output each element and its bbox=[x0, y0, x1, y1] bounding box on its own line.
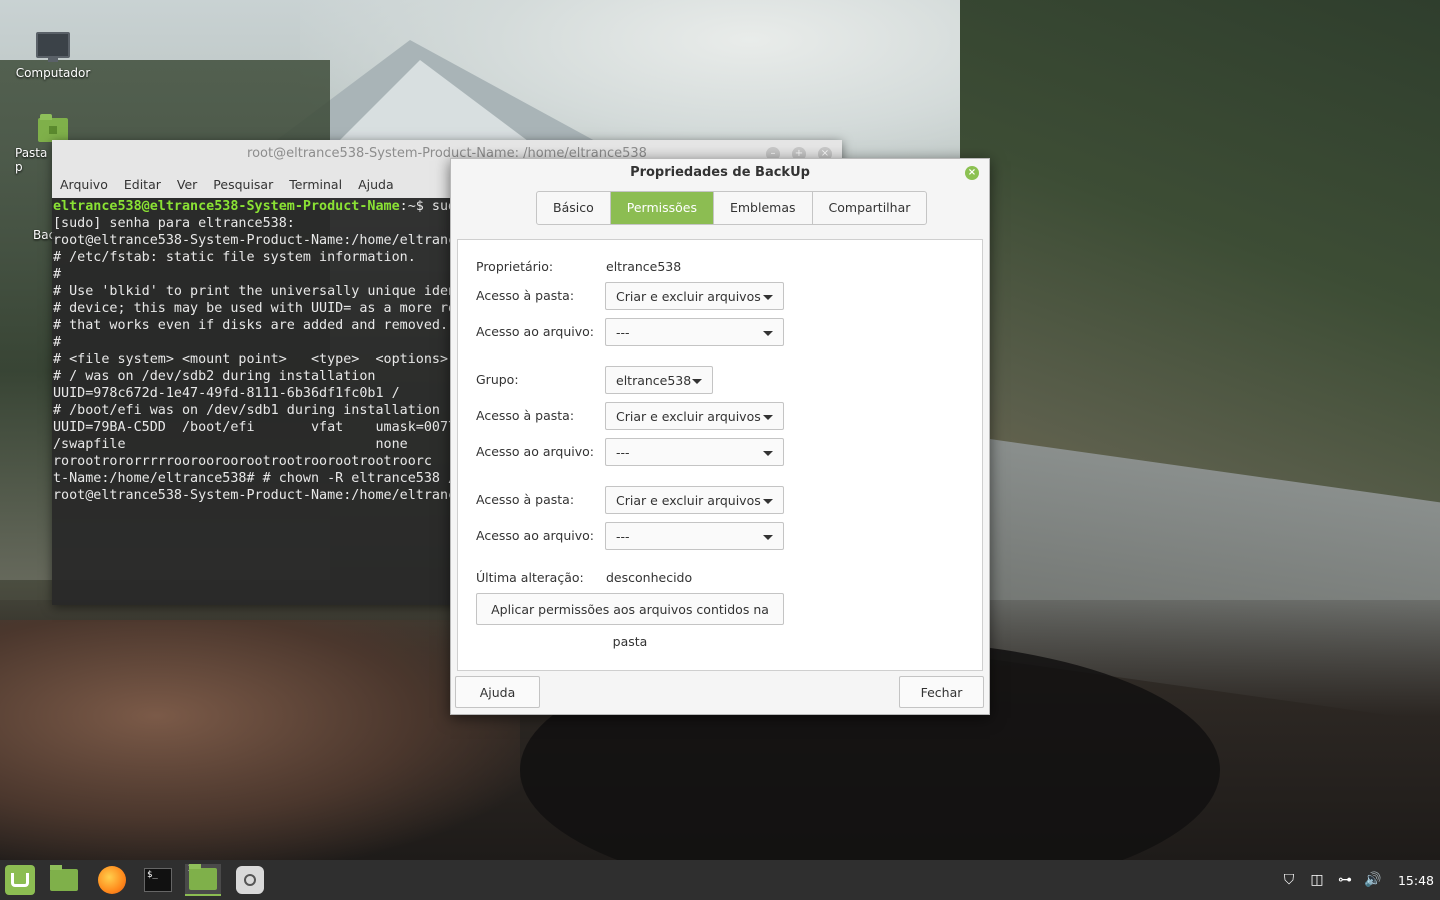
terminal-line: # that works even if disks are added and… bbox=[53, 318, 449, 333]
group-value: eltrance538 bbox=[616, 373, 692, 388]
terminal-line: t-Name:/home/eltrance538# # chown -R elt… bbox=[53, 471, 451, 486]
group-folder-access-value: Criar e excluir arquivos bbox=[616, 409, 761, 424]
desktop-icon-computer[interactable]: Computador bbox=[8, 32, 98, 80]
last-change-value: desconhecido bbox=[606, 570, 693, 585]
terminal-line: UUID=79BA-C5DD /boot/efi vfat umask=0077 bbox=[53, 420, 451, 435]
others-folder-access-value: Criar e excluir arquivos bbox=[616, 493, 761, 508]
chevron-down-icon bbox=[763, 295, 773, 300]
owner-file-label: Acesso ao arquivo: bbox=[476, 324, 594, 339]
prompt-user: eltrance538@eltrance538-System-Product-N… bbox=[53, 199, 400, 214]
terminal-line: rorootrororrrrroorooroorootrootroorootro… bbox=[53, 454, 432, 469]
clock[interactable]: 15:48 bbox=[1398, 873, 1434, 888]
home-folder-icon bbox=[38, 114, 68, 142]
terminal-line: root@eltrance538-System-Product-Name:/ho… bbox=[53, 488, 451, 503]
terminal-output[interactable]: eltrance538@eltrance538-System-Product-N… bbox=[52, 198, 451, 605]
folder-icon bbox=[50, 865, 78, 891]
taskbar-files[interactable] bbox=[46, 864, 82, 896]
menu-pesquisar[interactable]: Pesquisar bbox=[213, 177, 273, 192]
taskbar-files-active[interactable]: 2 bbox=[185, 864, 221, 896]
close-icon[interactable]: × bbox=[965, 166, 979, 180]
firefox-icon bbox=[98, 866, 126, 894]
chevron-down-icon bbox=[763, 535, 773, 540]
terminal-line: # /etc/fstab: static file system informa… bbox=[53, 250, 416, 265]
owner-value: eltrance538 bbox=[606, 259, 682, 274]
dialog-title: Propriedades de BackUp bbox=[630, 165, 810, 180]
others-file-access-select[interactable]: --- bbox=[605, 522, 784, 550]
owner-folder-access-select[interactable]: Criar e excluir arquivos bbox=[605, 282, 784, 310]
linux-mint-logo-icon bbox=[5, 865, 35, 895]
tab-bar: Básico Permissões Emblemas Compartilhar bbox=[536, 191, 928, 225]
taskbar-disks[interactable] bbox=[232, 864, 268, 896]
volume-icon[interactable]: 🔊 bbox=[1364, 871, 1382, 889]
disk-utility-icon bbox=[236, 866, 264, 894]
desktop-icon-label: Pasta p bbox=[15, 146, 48, 174]
last-change-label: Última alteração: bbox=[476, 570, 584, 585]
chevron-down-icon bbox=[763, 331, 773, 336]
terminal-line: /swapfile none bbox=[53, 437, 408, 452]
terminal-line: # /boot/efi was on /dev/sdb1 during inst… bbox=[53, 403, 440, 418]
terminal-line: # bbox=[53, 335, 62, 350]
chevron-down-icon bbox=[692, 379, 702, 384]
desktop-icon-label: Computador bbox=[15, 66, 91, 80]
menu-ver[interactable]: Ver bbox=[177, 177, 197, 192]
terminal-line: root@eltrance538-System-Product-Name:/ho… bbox=[53, 233, 451, 248]
group-file-access-value: --- bbox=[616, 445, 630, 460]
desktop-icon-backup[interactable]: Bac bbox=[33, 228, 56, 242]
group-file-label: Acesso ao arquivo: bbox=[476, 444, 594, 459]
owner-label: Proprietário: bbox=[476, 259, 554, 274]
menu-ajuda[interactable]: Ajuda bbox=[358, 177, 394, 192]
desktop-icon-label: Bac bbox=[33, 228, 56, 242]
system-tray: ⛉ ◫ ⊶ 🔊 15:48 bbox=[1280, 860, 1440, 900]
owner-folder-label: Acesso à pasta: bbox=[476, 288, 575, 303]
owner-file-access-select[interactable]: --- bbox=[605, 318, 784, 346]
group-label: Grupo: bbox=[476, 372, 519, 387]
terminal-prompt-line: eltrance538@eltrance538-System-Product-N… bbox=[53, 198, 451, 215]
help-button[interactable]: Ajuda bbox=[455, 676, 540, 708]
properties-dialog[interactable]: Propriedades de BackUp × Básico Permissõ… bbox=[450, 158, 990, 715]
group-folder-access-select[interactable]: Criar e excluir arquivos bbox=[605, 402, 784, 430]
computer-icon bbox=[36, 32, 70, 62]
terminal-line: UUID=978c672d-1e47-49fd-8111-6b36df1fc0b… bbox=[53, 386, 400, 401]
terminal-line: [sudo] senha para eltrance538: bbox=[53, 216, 295, 231]
terminal-line: # Use 'blkid' to print the universally u… bbox=[53, 284, 451, 299]
menu-terminal[interactable]: Terminal bbox=[289, 177, 342, 192]
owner-file-access-value: --- bbox=[616, 325, 630, 340]
chevron-down-icon bbox=[763, 451, 773, 456]
tab-permissoes[interactable]: Permissões bbox=[610, 192, 714, 224]
menu-button[interactable] bbox=[2, 864, 38, 896]
group-folder-label: Acesso à pasta: bbox=[476, 408, 575, 423]
terminal-line: # / was on /dev/sdb2 during installation bbox=[53, 369, 376, 384]
others-folder-label: Acesso à pasta: bbox=[476, 492, 575, 507]
apply-permissions-button[interactable]: Aplicar permissões aos arquivos contidos… bbox=[476, 593, 784, 649]
prompt-path: :~$ sud bbox=[399, 199, 451, 214]
dialog-titlebar[interactable]: Propriedades de BackUp × bbox=[451, 159, 989, 187]
tab-basico[interactable]: Básico bbox=[537, 192, 611, 224]
taskbar-firefox[interactable] bbox=[94, 864, 130, 896]
tab-compartilhar[interactable]: Compartilhar bbox=[813, 192, 927, 224]
tab-emblemas[interactable]: Emblemas bbox=[714, 192, 813, 224]
folder-icon bbox=[189, 864, 217, 890]
permissions-panel: Proprietário: eltrance538 Acesso à pasta… bbox=[457, 239, 983, 671]
update-manager-icon[interactable]: ◫ bbox=[1308, 871, 1326, 889]
close-button[interactable]: Fechar bbox=[899, 676, 984, 708]
desktop-icon-home[interactable]: Pasta p bbox=[8, 114, 68, 174]
network-icon[interactable]: ⊶ bbox=[1336, 871, 1354, 889]
taskbar: $_ 2 ⛉ ◫ ⊶ 🔊 15:48 bbox=[0, 860, 1440, 900]
owner-folder-access-value: Criar e excluir arquivos bbox=[616, 289, 761, 304]
others-folder-access-select[interactable]: Criar e excluir arquivos bbox=[605, 486, 784, 514]
group-select[interactable]: eltrance538 bbox=[605, 366, 713, 394]
taskbar-terminal[interactable]: $_ bbox=[140, 864, 176, 896]
terminal-icon: $_ bbox=[144, 868, 172, 892]
others-file-access-value: --- bbox=[616, 529, 630, 544]
terminal-line: # <file system> <mount point> <type> <op… bbox=[53, 352, 449, 367]
terminal-line: # device; this may be used with UUID= as… bbox=[53, 301, 451, 316]
menu-arquivo[interactable]: Arquivo bbox=[60, 177, 108, 192]
chevron-down-icon bbox=[763, 415, 773, 420]
group-file-access-select[interactable]: --- bbox=[605, 438, 784, 466]
terminal-line: # bbox=[53, 267, 62, 282]
menu-editar[interactable]: Editar bbox=[124, 177, 161, 192]
others-file-label: Acesso ao arquivo: bbox=[476, 528, 594, 543]
shield-icon[interactable]: ⛉ bbox=[1280, 871, 1298, 889]
chevron-down-icon bbox=[763, 499, 773, 504]
